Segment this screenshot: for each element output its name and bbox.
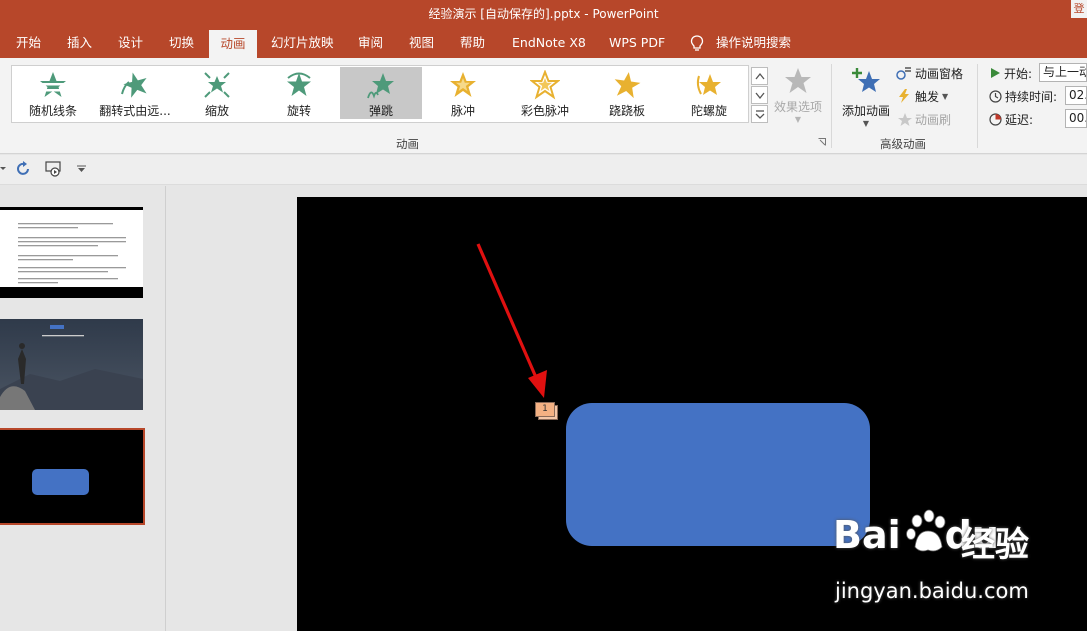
redo-icon[interactable] <box>16 161 32 177</box>
clock-icon <box>989 89 1002 103</box>
baidu-watermark: Bai du 经验 jingyan.baidu.com <box>833 509 1033 613</box>
add-animation-button[interactable]: 添加动画 ▼ <box>840 66 892 136</box>
trigger-button[interactable]: 触发 ▼ <box>896 87 948 105</box>
animation-painter-button[interactable]: 动画刷 <box>896 110 951 128</box>
tab-home[interactable]: 开始 <box>16 28 41 58</box>
anim-teeter[interactable]: 跷跷板 <box>586 67 668 119</box>
slide-thumbnail-3[interactable] <box>0 428 145 525</box>
anim-swivel[interactable]: 旋转 <box>258 67 340 119</box>
timing-start-row: 开始: <box>989 63 1032 83</box>
gallery-scroll-up-button[interactable] <box>751 67 768 85</box>
chevron-up-icon <box>755 72 765 80</box>
tab-review[interactable]: 审阅 <box>358 28 383 58</box>
start-from-beginning-icon[interactable] <box>45 160 63 178</box>
anim-spin[interactable]: 陀螺旋 <box>668 67 750 119</box>
ribbon-separator <box>831 64 832 148</box>
tab-view[interactable]: 视图 <box>409 28 434 58</box>
anim-zoom[interactable]: 缩放 <box>176 67 258 119</box>
anim-random-bars[interactable]: 随机线条 <box>12 67 94 119</box>
small-caret-icon <box>0 167 6 170</box>
dropdown-caret-icon: ▼ <box>942 91 949 101</box>
timing-duration-row: 持续时间: <box>989 86 1057 106</box>
zoom-icon <box>204 72 230 98</box>
duration-input[interactable]: 02.00 <box>1065 86 1087 105</box>
anim-float-flip[interactable]: 翻转式由远... <box>94 67 176 119</box>
rounded-rectangle-shape[interactable] <box>566 403 870 546</box>
add-animation-icon <box>852 68 880 92</box>
chevron-down-icon <box>755 92 765 99</box>
dialog-launcher-icon[interactable] <box>818 138 826 146</box>
lightning-icon <box>899 89 909 103</box>
anim-color-pulse[interactable]: 彩色脉冲 <box>504 67 586 119</box>
delay-input[interactable]: 00.00 <box>1065 109 1087 128</box>
slide-thumbnail-2[interactable] <box>0 319 143 410</box>
tab-design[interactable]: 设计 <box>118 28 143 58</box>
ribbon-tabs: 开始 插入 设计 切换 动画 幻灯片放映 审阅 视图 帮助 EndNote X8… <box>0 28 1087 58</box>
tab-help[interactable]: 帮助 <box>460 28 485 58</box>
animation-pane-icon <box>896 67 911 80</box>
more-gallery-icon <box>755 110 765 119</box>
lightbulb-icon <box>690 35 704 51</box>
ribbon-separator <box>977 64 978 148</box>
customize-toolbar-icon[interactable] <box>77 165 86 173</box>
color-pulse-icon <box>530 70 560 100</box>
tab-slideshow[interactable]: 幻灯片放映 <box>271 28 334 58</box>
tab-wps-pdf[interactable]: WPS PDF <box>609 28 665 58</box>
tab-endnote[interactable]: EndNote X8 <box>512 28 586 58</box>
baidu-paw-logo-icon <box>906 509 946 552</box>
effect-options-star-icon <box>785 68 811 93</box>
slide-thumbnail-1[interactable] <box>0 207 143 298</box>
tab-insert[interactable]: 插入 <box>67 28 92 58</box>
gallery-more-button[interactable] <box>751 105 768 123</box>
gallery-scroll-down-button[interactable] <box>751 86 768 104</box>
spin-icon <box>696 74 721 95</box>
pulse-icon <box>450 72 476 97</box>
timing-delay-row: 延迟: <box>989 109 1033 129</box>
title-bar: 经验演示 [自动保存的].pptx - PowerPoint 登 <box>0 0 1087 28</box>
window-title: 经验演示 [自动保存的].pptx - PowerPoint <box>428 7 659 21</box>
anim-bounce[interactable]: 弹跳 <box>340 67 422 119</box>
dropdown-caret-icon: ▼ <box>794 115 802 124</box>
quick-access-toolbar <box>0 155 1087 185</box>
red-arrow-annotation-icon <box>476 243 547 398</box>
effect-options-button[interactable]: 效果选项 ▼ <box>770 66 826 132</box>
dropdown-caret-icon: ▼ <box>862 119 870 128</box>
sign-in-button[interactable]: 登 <box>1071 0 1087 18</box>
start-select[interactable]: 与上一动画 <box>1039 63 1087 82</box>
animation-pane-button[interactable]: 动画窗格 <box>896 64 963 82</box>
tab-transitions[interactable]: 切换 <box>169 28 194 58</box>
teeter-icon <box>614 72 641 99</box>
tell-me-search[interactable]: 操作说明搜索 <box>716 28 791 58</box>
float-flip-icon <box>121 72 147 98</box>
anim-pulse[interactable]: 脉冲 <box>422 67 504 119</box>
delay-clock-icon <box>989 112 1002 126</box>
animation-painter-icon <box>898 113 912 126</box>
random-bars-icon <box>40 72 66 97</box>
play-icon <box>991 68 1000 78</box>
group-label-advanced-animation: 高级动画 <box>880 137 926 151</box>
tab-animations[interactable]: 动画 <box>209 30 257 58</box>
group-label-animation: 动画 <box>396 137 419 151</box>
bounce-icon <box>367 73 394 99</box>
swivel-icon <box>287 72 311 96</box>
